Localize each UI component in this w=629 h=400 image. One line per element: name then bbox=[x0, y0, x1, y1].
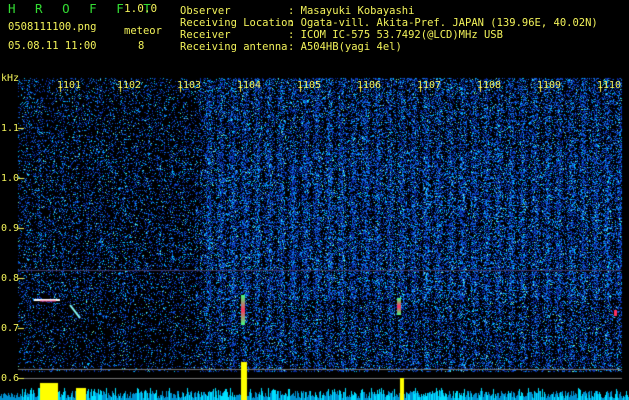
location-value: : Ogata-vill. Akita-Pref. JAPAN (139.96E… bbox=[288, 17, 598, 29]
x-tick-label: 1110 bbox=[597, 80, 622, 91]
observer-value: : Masayuki Kobayashi bbox=[288, 5, 415, 17]
x-tick-label: 1101 bbox=[57, 80, 82, 91]
capture-datetime: 05.08.11 11:00 bbox=[8, 40, 97, 52]
location-key: Receiving Location bbox=[180, 17, 294, 29]
antenna-key: Receiving antenna bbox=[180, 41, 288, 53]
receiver-key: Receiver bbox=[180, 29, 231, 41]
x-tick-label: 1109 bbox=[537, 80, 562, 91]
y-axis-unit: kHz bbox=[1, 73, 20, 84]
x-tick-label: 1103 bbox=[177, 80, 202, 91]
y-tick-label: 0.7 bbox=[1, 323, 20, 334]
y-tick-label: 1.0 bbox=[1, 173, 20, 184]
x-tick-label: 1107 bbox=[417, 80, 442, 91]
meteor-label: meteor bbox=[124, 25, 162, 37]
app-version: 1.0.0 bbox=[124, 2, 158, 15]
x-tick-label: 1105 bbox=[297, 80, 322, 91]
x-tick-label: 1104 bbox=[237, 80, 262, 91]
y-tick-label: 0.8 bbox=[1, 273, 20, 284]
meteor-count: 8 bbox=[138, 40, 145, 52]
observer-key: Observer bbox=[180, 5, 231, 17]
x-tick-label: 1106 bbox=[357, 80, 382, 91]
y-tick-label: 0.6 bbox=[1, 373, 20, 384]
spectrogram-canvas bbox=[0, 0, 629, 400]
x-tick-label: 1108 bbox=[477, 80, 502, 91]
receiver-value: : ICOM IC-575 53.7492(@LCD)MHz USB bbox=[288, 29, 503, 41]
image-filename: 0508111100.png bbox=[8, 21, 97, 33]
y-tick-label: 1.1 bbox=[1, 123, 20, 134]
antenna-value: : A504HB(yagi 4el) bbox=[288, 41, 402, 53]
x-tick-label: 1102 bbox=[117, 80, 142, 91]
y-tick-label: 0.9 bbox=[1, 223, 20, 234]
hroft-spectrogram-window: H R O F F T 1.0.0 0508111100.png meteor … bbox=[0, 0, 629, 400]
